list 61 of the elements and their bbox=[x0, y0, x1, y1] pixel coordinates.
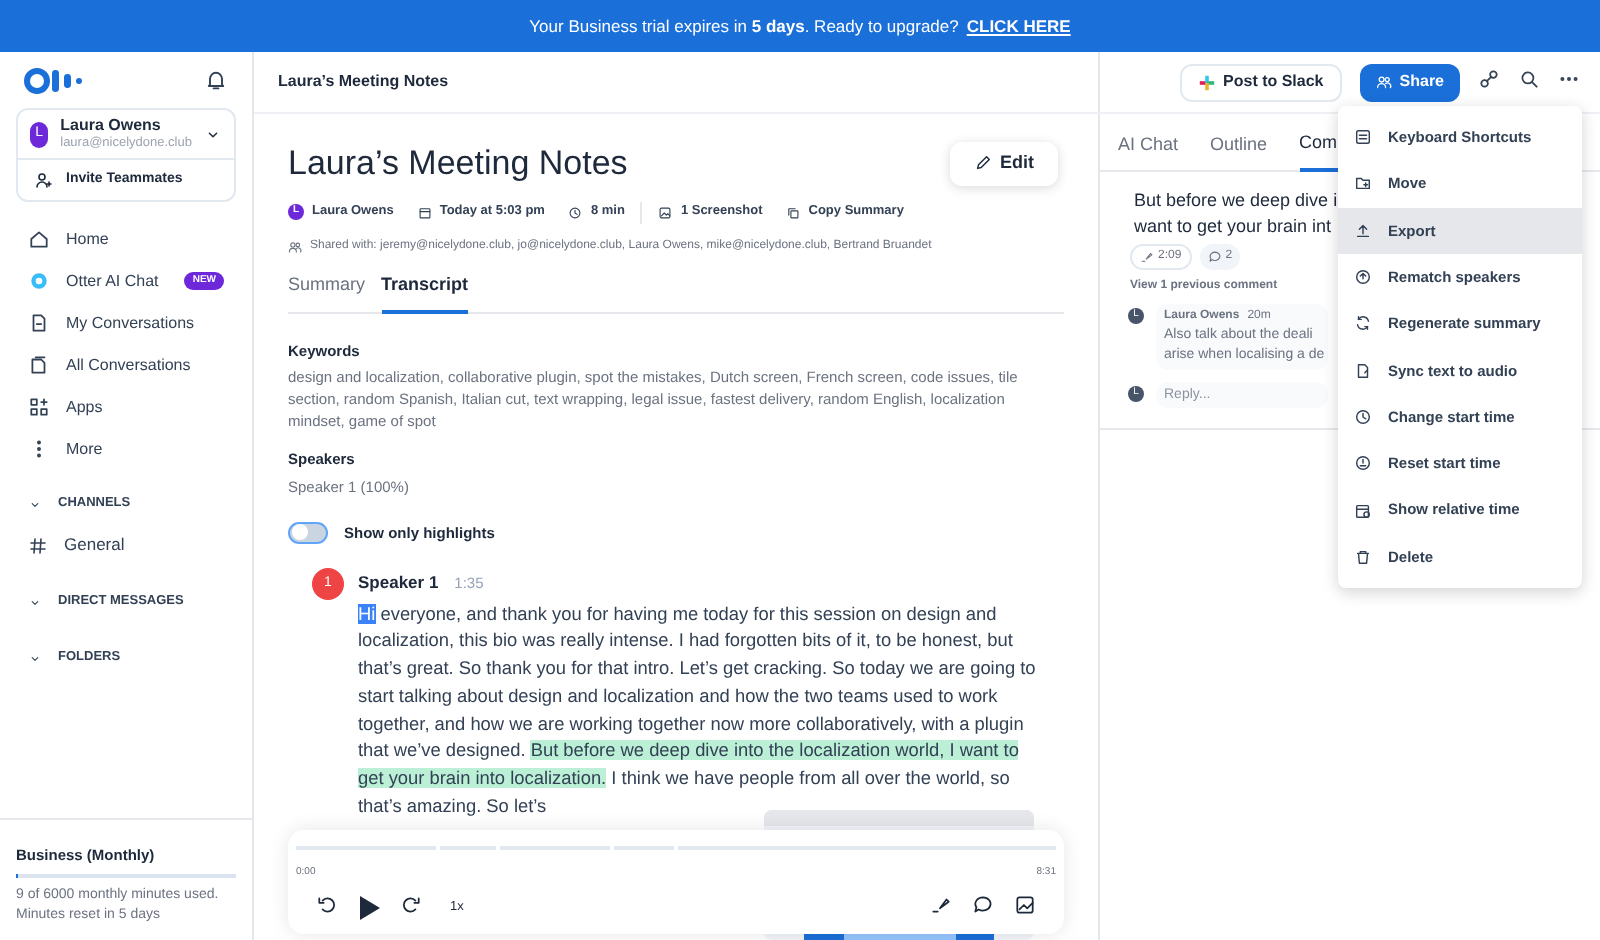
forward-icon bbox=[400, 893, 422, 915]
account-name: Laura Owens bbox=[60, 116, 163, 134]
document-sync-icon bbox=[1354, 361, 1372, 380]
house-icon bbox=[28, 228, 50, 250]
clock-icon bbox=[568, 205, 583, 219]
person-plus-icon bbox=[34, 170, 54, 190]
pencil-icon bbox=[974, 154, 992, 173]
people-icon bbox=[1375, 74, 1392, 90]
chevron-down-icon bbox=[28, 497, 42, 511]
note-title: Laura’s Meeting Notes bbox=[288, 142, 628, 186]
logo-icon bbox=[24, 67, 88, 93]
edit-button[interactable]: Edit bbox=[950, 142, 1058, 185]
transcript-paragraph: Hi everyone, and thank you for having me today for this session on design and localization, this bio was really intense. I had forgotten bits of it, to be honest, but that’s great. So thank you for that intro. Let’s get cracking. So today we are going to start talking about design and localization and how the two teams used to work together, and how we are working together now more collaboratively, with a plugin that we’ve designed. But before we deep dive into the localization world, I want to get your brain into localization. I think we have people from all over the world, so that’s amazing. So let’s bbox=[358, 601, 1038, 820]
channel-item[interactable]: General bbox=[0, 524, 252, 566]
search-icon bbox=[1518, 68, 1540, 90]
chevron-down-icon bbox=[28, 595, 42, 609]
chat-bot-icon bbox=[28, 270, 50, 292]
notification-bell-icon bbox=[204, 68, 228, 92]
comment-icon bbox=[1207, 249, 1222, 263]
rewind-icon bbox=[316, 893, 338, 915]
refresh-icon bbox=[1354, 314, 1372, 333]
trash-icon bbox=[1354, 547, 1372, 566]
post-to-slack-button[interactable]: Post to Slack bbox=[1179, 63, 1342, 101]
highlights-toggle[interactable] bbox=[288, 521, 328, 544]
nav-item[interactable]: More bbox=[0, 428, 252, 470]
keyboard-icon bbox=[1354, 128, 1372, 147]
folder-plus-icon bbox=[1354, 174, 1372, 193]
play-button[interactable] bbox=[358, 895, 380, 919]
note-tab[interactable]: Transcript bbox=[381, 271, 469, 314]
panel-tab[interactable]: AI Chat bbox=[1118, 130, 1179, 169]
copy-icon bbox=[786, 205, 801, 219]
image-icon bbox=[1014, 893, 1036, 915]
note-tab[interactable]: Summary bbox=[288, 271, 366, 312]
slack-icon bbox=[1197, 73, 1216, 91]
highlighter-icon bbox=[930, 893, 952, 915]
image-icon bbox=[658, 205, 673, 219]
people-icon bbox=[288, 239, 302, 253]
breadcrumb-title: Laura’s Meeting Notes bbox=[278, 70, 449, 94]
panel-tab[interactable]: Outline bbox=[1210, 130, 1268, 169]
quoted-text: But before we deep dive i bbox=[1134, 187, 1338, 213]
banner-text: Your Business trial expires in 5 days. Ready to upgrade? bbox=[529, 13, 959, 39]
clock-icon bbox=[1354, 407, 1372, 426]
nav-item[interactable]: All Conversations bbox=[0, 344, 252, 386]
upgrade-link[interactable]: CLICK HERE bbox=[966, 13, 1071, 39]
hash-icon bbox=[28, 535, 48, 555]
share-button[interactable]: Share bbox=[1359, 63, 1460, 101]
calendar-clock-icon bbox=[1354, 501, 1372, 520]
nav-item[interactable]: Apps bbox=[0, 386, 252, 428]
quoted-text: want to get your brain int bbox=[1134, 213, 1332, 239]
upload-icon bbox=[1354, 221, 1372, 240]
comment-icon bbox=[972, 893, 994, 915]
document-icon bbox=[28, 312, 50, 334]
apps-icon bbox=[28, 396, 50, 418]
nav-item[interactable]: My Conversations bbox=[0, 302, 252, 344]
documents-icon bbox=[28, 354, 50, 376]
calendar-icon bbox=[417, 205, 432, 219]
chevron-down-icon bbox=[28, 651, 42, 665]
highlighter-icon bbox=[1140, 249, 1154, 263]
link-icon bbox=[1478, 68, 1500, 90]
nav-item[interactable]: Home bbox=[0, 218, 252, 260]
speaker-name: Speaker 1 bbox=[358, 570, 439, 596]
